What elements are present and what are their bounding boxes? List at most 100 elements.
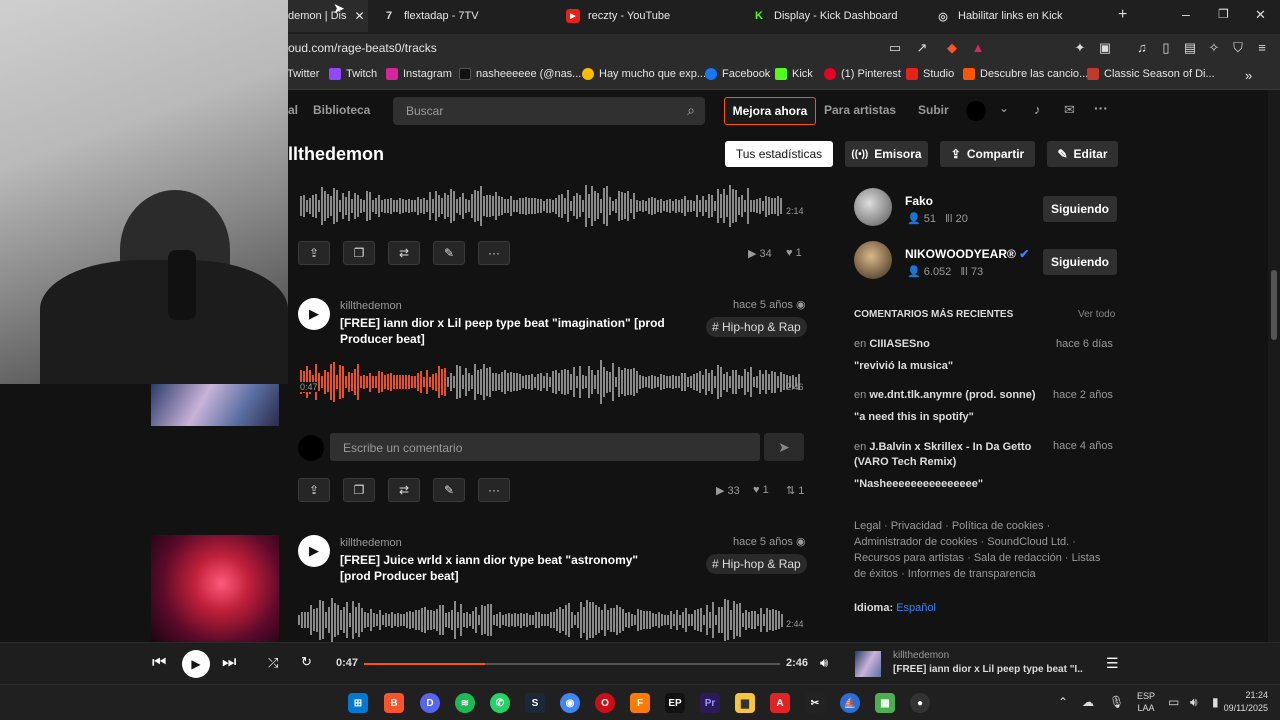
more-track-button[interactable]: ··· — [478, 478, 510, 502]
share-track-button[interactable]: ⇪ — [298, 241, 330, 265]
more-icon[interactable]: ··· — [1094, 100, 1108, 116]
mic-icon[interactable]: 🎙︎ — [1109, 695, 1124, 709]
volume-icon[interactable]: 🔊︎ — [1190, 695, 1198, 710]
next-icon[interactable]: ⏭ — [222, 654, 236, 672]
clock[interactable]: 21:24 09/11/2025 — [1212, 689, 1268, 715]
player-artist[interactable]: killthedemon — [893, 650, 949, 661]
network-icon[interactable]: ▭ — [1168, 695, 1179, 709]
play-button[interactable]: ▶ — [298, 535, 330, 567]
discord-icon[interactable]: D — [420, 693, 440, 713]
footer-links[interactable]: Legal · Privacidad · Política de cookies… — [854, 518, 1104, 582]
scrollbar-thumb[interactable] — [1271, 270, 1277, 340]
share-icon[interactable]: ↗ — [914, 40, 930, 56]
premiere-icon[interactable]: Pr — [700, 693, 720, 713]
new-tab-icon[interactable]: + — [1118, 6, 1127, 24]
tab-kick-links[interactable]: ◎ Habilitar links en Kick — [936, 0, 1106, 32]
steam-icon[interactable]: S — [525, 693, 545, 713]
nav-for-artists[interactable]: Para artistas — [824, 103, 896, 117]
edit-track-button[interactable]: ✎ — [433, 478, 465, 502]
track-title[interactable]: [FREE] Juice wrld x iann dior type beat … — [340, 552, 670, 584]
share-button[interactable]: ⇪ Compartir — [940, 141, 1035, 167]
repost-button[interactable]: ⇄ — [388, 241, 420, 265]
more-bookmarks-icon[interactable]: » — [1245, 68, 1252, 83]
edit-button[interactable]: ✎ Editar — [1047, 141, 1118, 167]
brave-shield-icon[interactable]: ◆ — [944, 40, 960, 56]
url-field[interactable]: oud.com/rage-beats0/tracks — [288, 41, 437, 55]
firefox-icon[interactable]: F — [630, 693, 650, 713]
opera-icon[interactable]: O — [595, 693, 615, 713]
scrollbar[interactable] — [1268, 90, 1280, 642]
chevron-down-icon[interactable]: ⌄ — [999, 101, 1009, 115]
vpn-icon[interactable]: ⛉ — [1230, 40, 1246, 56]
avatar[interactable] — [854, 241, 892, 279]
track-artwork[interactable] — [151, 535, 279, 642]
bookmark-instagram[interactable]: Instagram — [386, 68, 452, 80]
mail-icon[interactable]: ✉ — [1064, 102, 1075, 118]
comment-track[interactable]: en J.Balvin x Skrillex - In Da Getto (VA… — [854, 440, 1044, 470]
comment-input[interactable]: Escribe un comentario — [330, 433, 760, 461]
send-icon[interactable]: ➤ — [764, 433, 804, 461]
repost-button[interactable]: ⇄ — [388, 478, 420, 502]
bookmark-kick[interactable]: Kick — [775, 68, 813, 80]
comment-track[interactable]: en CIIIASESno — [854, 338, 930, 350]
bookmark-twitch[interactable]: Twitch — [329, 68, 377, 80]
bookmark-classic-season[interactable]: Classic Season of Di... — [1087, 68, 1215, 80]
shuffle-icon[interactable]: ⤮ — [268, 655, 278, 671]
track-waveform[interactable] — [300, 182, 784, 230]
brave-rewards-icon[interactable]: ▲ — [970, 40, 986, 56]
following-name[interactable]: NIKOWOODYEAR® ✔ — [905, 247, 1029, 261]
obs-icon[interactable]: ● — [910, 693, 930, 713]
tab-discord[interactable]: demon | Dis ✕ — [288, 0, 368, 32]
track-waveform[interactable] — [300, 358, 802, 406]
track-artwork[interactable] — [151, 384, 279, 426]
stats-button[interactable]: Tus estadísticas — [725, 141, 833, 167]
player-title[interactable]: [FREE] iann dior x Lil peep type beat "I… — [893, 664, 1083, 675]
share-track-button[interactable]: ⇪ — [298, 478, 330, 502]
previous-icon[interactable]: ⏮ — [152, 654, 166, 672]
extensions-icon[interactable]: ✦ — [1072, 40, 1088, 56]
track-artist[interactable]: killthedemon — [340, 300, 402, 312]
track-artwork[interactable] — [855, 651, 881, 677]
bookmark-tiktok[interactable]: nasheeeeee (@nas... — [459, 68, 581, 80]
station-button[interactable]: ((•)) Emisora — [845, 141, 928, 167]
bookmark-twitter[interactable]: Twitter — [287, 68, 319, 80]
whatsapp-icon[interactable]: ✆ — [490, 693, 510, 713]
bookmark-pinterest[interactable]: (1) Pinterest — [824, 68, 901, 80]
queue-icon[interactable]: ☰ — [1106, 655, 1119, 672]
track-title[interactable]: [FREE] iann dior x Lil peep type beat "i… — [340, 315, 700, 347]
track-artist[interactable]: killthedemon — [340, 537, 402, 549]
sidebar-icon[interactable]: ▯ — [1158, 40, 1174, 56]
search-input[interactable]: Buscar ⌕ — [393, 97, 705, 125]
following-button[interactable]: Siguiendo — [1043, 196, 1117, 222]
maximize-icon[interactable]: ❐ — [1218, 7, 1229, 21]
upgrade-button[interactable]: Mejora ahora — [724, 97, 816, 125]
epic-games-icon[interactable]: EP — [665, 693, 685, 713]
bookmark-soundcloud[interactable]: Descubre las cancio... — [963, 68, 1088, 80]
brave-icon[interactable]: B — [384, 693, 404, 713]
wallet-icon[interactable]: ▤ — [1182, 40, 1198, 56]
following-button[interactable]: Siguiendo — [1043, 249, 1117, 275]
edit-track-button[interactable]: ✎ — [433, 241, 465, 265]
copy-link-button[interactable]: ❐ — [343, 478, 375, 502]
play-button[interactable]: ▶ — [298, 298, 330, 330]
chevron-up-icon[interactable]: ⌃ — [1058, 695, 1068, 709]
language-link[interactable]: Español — [896, 602, 936, 614]
genre-tag[interactable]: # Hip-hop & Rap — [706, 317, 807, 337]
close-icon[interactable]: ✕ — [355, 9, 365, 23]
volume-icon[interactable]: 🔊︎ — [820, 655, 828, 671]
minimize-icon[interactable]: – — [1182, 6, 1190, 22]
bell-icon[interactable]: ♪ — [1034, 102, 1041, 117]
genre-tag[interactable]: # Hip-hop & Rap — [706, 554, 807, 574]
track-waveform[interactable] — [298, 596, 784, 642]
chrome-icon[interactable]: ◉ — [560, 693, 580, 713]
screenshot-icon[interactable]: ▣ — [1097, 40, 1113, 56]
tab-kick-dashboard[interactable]: K Display - Kick Dashboard — [752, 0, 922, 32]
following-name[interactable]: Fako — [905, 194, 933, 208]
bookmark-facebook[interactable]: Facebook — [705, 68, 770, 80]
windows-start-icon[interactable]: ⊞ — [348, 693, 368, 713]
nav-item-cut[interactable]: al — [288, 103, 298, 117]
nav-upload[interactable]: Subir — [918, 103, 949, 117]
more-track-button[interactable]: ··· — [478, 241, 510, 265]
search-icon[interactable]: ⌕ — [687, 102, 695, 119]
cast-icon[interactable]: ▭ — [887, 40, 903, 56]
